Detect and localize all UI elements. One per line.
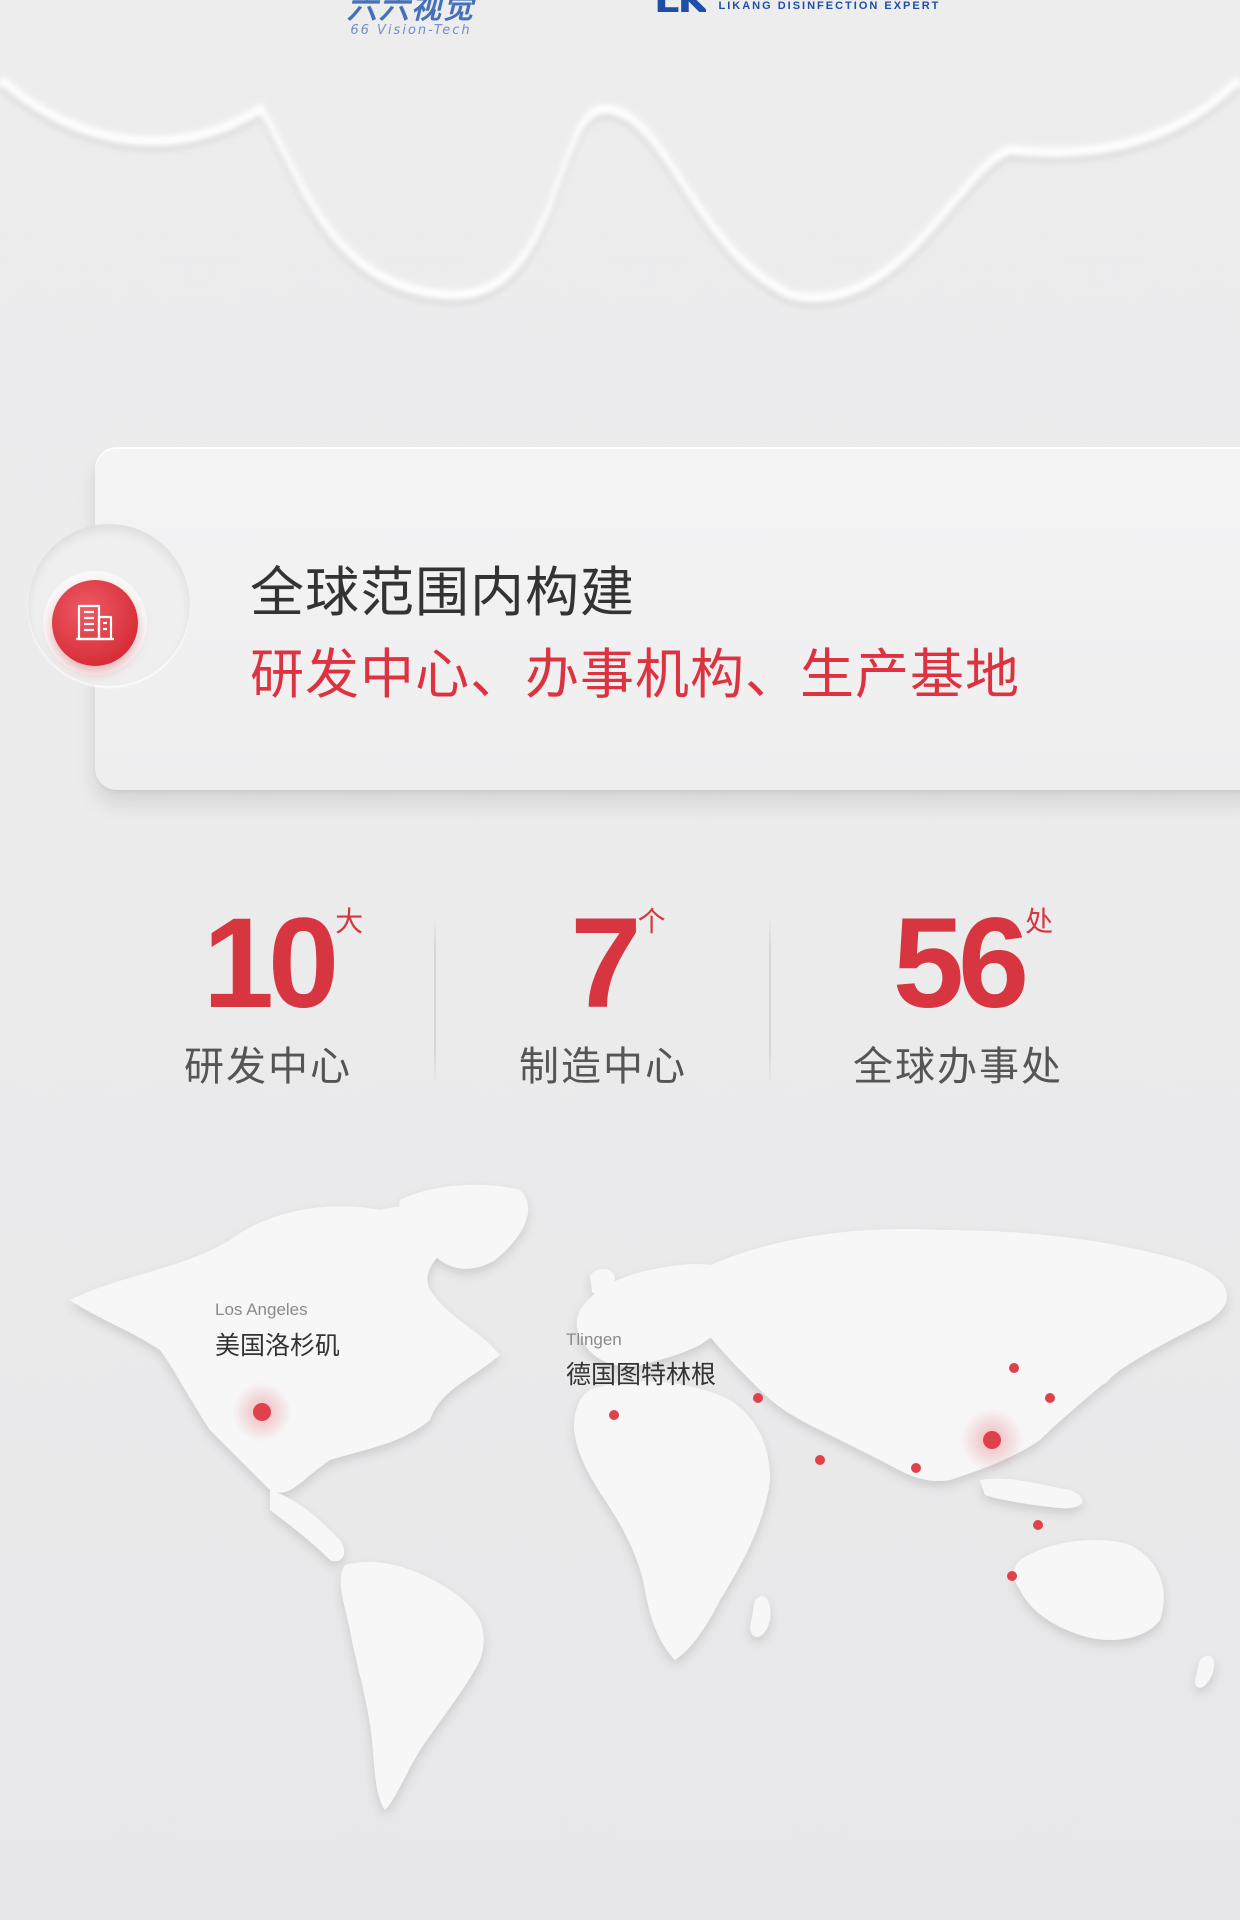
- continent-australia: [1014, 1540, 1164, 1640]
- city-label-zh-tlingen: 德国图特林根: [566, 1360, 717, 1389]
- likang-logo-tagline: LIKANG DISINFECTION EXPERT: [718, 0, 941, 12]
- continent-south-america: [340, 1561, 484, 1810]
- vision-tech-logo-en: 66 Vision-Tech: [350, 23, 472, 38]
- vision-tech-logo-zh: 六六视觉: [347, 0, 475, 26]
- stat-value: 56 处: [893, 900, 1053, 1028]
- stat-label: 制造中心: [519, 1044, 687, 1090]
- continent-africa: [574, 1381, 770, 1660]
- stat-number: 56: [892, 892, 1029, 1035]
- stat-value: 7 个: [570, 900, 665, 1028]
- island-madagascar: [750, 1596, 771, 1638]
- feature-badge: [52, 580, 138, 666]
- stat-unit: 处: [1025, 905, 1054, 938]
- location-dot: [911, 1463, 921, 1473]
- stat-unit: 个: [637, 905, 666, 938]
- stat-divider: [769, 915, 771, 1085]
- location-dot: [753, 1393, 763, 1403]
- location-dot: [1033, 1520, 1043, 1530]
- city-label-zh-los-angeles: 美国洛杉矶: [215, 1331, 341, 1360]
- location-dot-tlingen: [609, 1410, 619, 1420]
- stat-divider: [434, 915, 436, 1085]
- stat-number: 7: [570, 892, 641, 1035]
- feature-title: 全球范围内构建: [250, 561, 635, 624]
- stat-value: 10 大: [203, 900, 363, 1028]
- stat-label: 研发中心: [184, 1044, 352, 1090]
- location-dot: [1007, 1571, 1017, 1581]
- stat-global-offices: 56 处 全球办事处: [808, 900, 1108, 1100]
- wave-background: [0, 76, 1240, 309]
- location-dot-los-angeles: [253, 1403, 271, 1421]
- island-new-zealand: [1195, 1655, 1215, 1688]
- vision-tech-logo: 六六视觉 66 Vision-Tech: [336, 0, 486, 44]
- stat-label: 全球办事处: [853, 1044, 1063, 1090]
- stat-rd-centers: 10 大 研发中心: [118, 900, 418, 1100]
- building-icon: [76, 604, 114, 641]
- likang-logo-mark: LK: [654, 0, 706, 12]
- location-dot: [983, 1431, 1001, 1449]
- islands-southeast-asia: [980, 1478, 1083, 1509]
- stat-manufacturing-centers: 7 个 制造中心: [453, 900, 753, 1100]
- stat-number: 10: [202, 892, 339, 1035]
- location-dot: [1045, 1393, 1055, 1403]
- feature-subtitle: 研发中心、办事机构、生产基地: [250, 643, 1020, 706]
- stat-unit: 大: [335, 905, 364, 938]
- location-dot: [1009, 1363, 1019, 1373]
- world-map: [70, 1184, 1227, 1810]
- city-label-en-tlingen: Tlingen: [566, 1330, 622, 1349]
- likang-logo: LK LIKANG DISINFECTION EXPERT: [654, 0, 940, 14]
- continent-central-america: [270, 1490, 345, 1562]
- city-label-en-los-angeles: Los Angeles: [215, 1300, 308, 1319]
- location-dot: [815, 1455, 825, 1465]
